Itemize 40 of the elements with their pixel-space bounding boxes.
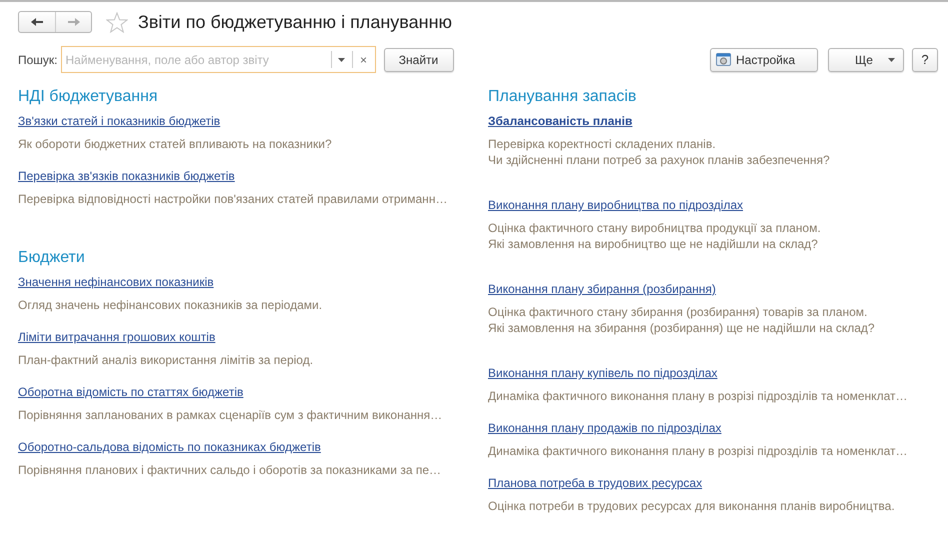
back-arrow-icon[interactable] — [30, 17, 44, 27]
report-link[interactable]: Виконання плану виробництва по підрозділах — [488, 197, 743, 213]
section-heading: НДІ бюджетування — [18, 87, 159, 107]
report-description: Порівняння запланованих в рамках сценаріїв сум з фактичним виконання… — [18, 407, 444, 423]
search-label: Пошук: — [18, 52, 58, 66]
search-field[interactable]: Найменування, поле або автор звіту × — [60, 46, 376, 73]
help-button[interactable]: ? — [912, 48, 938, 72]
report-description: Оцінка фактичного стану збирання (розбирання) товарів за планом. Які замовлення на збирання (розбирання) ще не надійшли на склад? — [488, 304, 876, 336]
report-description: Оцінка потреби в трудових ресурсах для виконання планів виробництва. — [488, 498, 896, 514]
report-link[interactable]: Перевірка зв'язків показників бюджетів — [18, 168, 235, 184]
report-description: Огляд значень нефінансових показників за періодами. — [18, 297, 324, 313]
report-link[interactable]: Виконання плану збирання (розбирання) — [488, 281, 716, 297]
report-link[interactable]: Оборотно-сальдова відомість по показниках бюджетів — [18, 439, 321, 455]
report-link[interactable]: Збалансованість планів — [488, 113, 632, 129]
report-link[interactable]: Виконання плану продажів по підрозділах — [488, 420, 722, 436]
report-description: Динаміка фактичного виконання плану в розрізі підрозділів та номенклат… — [488, 443, 908, 459]
caret-icon[interactable] — [338, 58, 346, 62]
report-link[interactable]: Ліміти витрачання грошових коштів — [18, 329, 216, 345]
report-description: Як обороти бюджетних статей впливають на показники? — [18, 136, 333, 152]
report-link[interactable]: Виконання плану купівель по підрозділах — [488, 365, 718, 381]
settings-button[interactable]: Настройка — [710, 48, 818, 72]
report-link[interactable]: Оборотна відомість по статтях бюджетів — [18, 384, 244, 400]
report-description: Оцінка фактичного стану виробництва продукції за планом. Які замовлення на виробництво ще не надійшли на склад? — [488, 220, 822, 252]
report-description: План-фактний аналіз використання лімітів за період. — [18, 352, 314, 368]
report-description: Перевірка відповідності настройки пов'язаних статей правилами отриманн… — [18, 191, 448, 207]
caret-icon[interactable] — [888, 58, 895, 62]
report-link[interactable]: Планова потреба в трудових ресурсах — [488, 475, 702, 491]
report-link[interactable]: Зв'язки статей і показників бюджетів — [18, 113, 220, 129]
star-icon[interactable] — [106, 12, 128, 32]
section-heading: Бюджети — [18, 248, 86, 268]
clear-button[interactable]: × — [352, 51, 375, 68]
window-title: Звіти по бюджетуванню і плануванню — [138, 12, 452, 32]
report-description: Перевірка коректності складених планів. Чи здійсненні плани потреб за рахунок планів забезпечення? — [488, 136, 831, 168]
report-description: Динаміка фактичного виконання плану в розрізі підрозділів та номенклат… — [488, 388, 908, 404]
report-description: Порівняння планових і фактичних сальдо і оборотів за показниками за пе… — [18, 462, 442, 478]
find-button[interactable]: Знайти — [384, 48, 454, 72]
section-heading: Планування запасів — [488, 87, 638, 107]
settings-icon[interactable] — [716, 53, 731, 66]
report-link[interactable]: Значення нефінансових показників — [18, 274, 214, 290]
more-button[interactable]: Ще — [828, 48, 904, 72]
